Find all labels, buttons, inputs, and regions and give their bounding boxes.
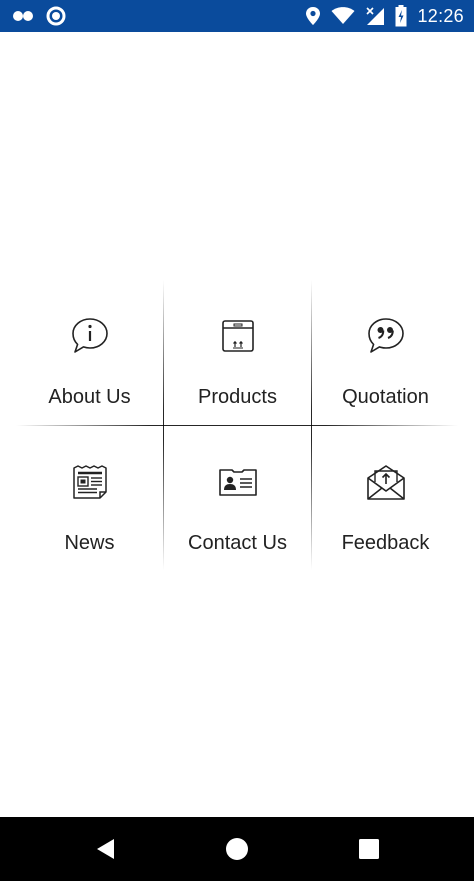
menu-item-label: Quotation bbox=[342, 386, 429, 408]
menu-item-label: About Us bbox=[48, 386, 131, 408]
menu-item-label: Contact Us bbox=[188, 532, 287, 554]
status-right: 12:26 bbox=[305, 4, 464, 28]
menu-item-label: Feedback bbox=[341, 532, 430, 554]
envelope-upload-icon bbox=[366, 465, 405, 500]
quote-chat-icon bbox=[367, 318, 404, 353]
location-icon bbox=[306, 7, 321, 25]
menu-item-products[interactable]: Products bbox=[164, 280, 311, 425]
notification-dots-icon bbox=[13, 11, 33, 21]
menu-grid: About Us Products Quotation News Contact… bbox=[16, 280, 458, 570]
menu-item-news[interactable]: News bbox=[16, 426, 163, 571]
signal-icon bbox=[366, 7, 385, 25]
status-left bbox=[12, 6, 66, 26]
recents-icon[interactable] bbox=[357, 837, 381, 861]
newspaper-icon bbox=[72, 465, 107, 499]
home-icon[interactable] bbox=[225, 837, 249, 861]
menu-item-label: News bbox=[64, 532, 115, 554]
battery-charging-icon bbox=[395, 5, 407, 27]
wifi-icon bbox=[331, 7, 355, 24]
status-clock: 12:26 bbox=[417, 5, 464, 26]
contact-card-icon bbox=[218, 469, 257, 496]
circle-app-icon bbox=[46, 6, 66, 26]
info-chat-icon bbox=[71, 318, 108, 353]
box-icon bbox=[221, 320, 254, 352]
menu-item-about-us[interactable]: About Us bbox=[16, 280, 163, 425]
menu-item-quotation[interactable]: Quotation bbox=[312, 280, 459, 425]
navigation-bar bbox=[0, 817, 474, 881]
status-bar: 12:26 bbox=[0, 0, 474, 32]
menu-item-feedback[interactable]: Feedback bbox=[312, 426, 459, 571]
menu-item-label: Products bbox=[198, 386, 277, 408]
menu-item-contact-us[interactable]: Contact Us bbox=[164, 426, 311, 571]
back-icon[interactable] bbox=[94, 837, 118, 861]
